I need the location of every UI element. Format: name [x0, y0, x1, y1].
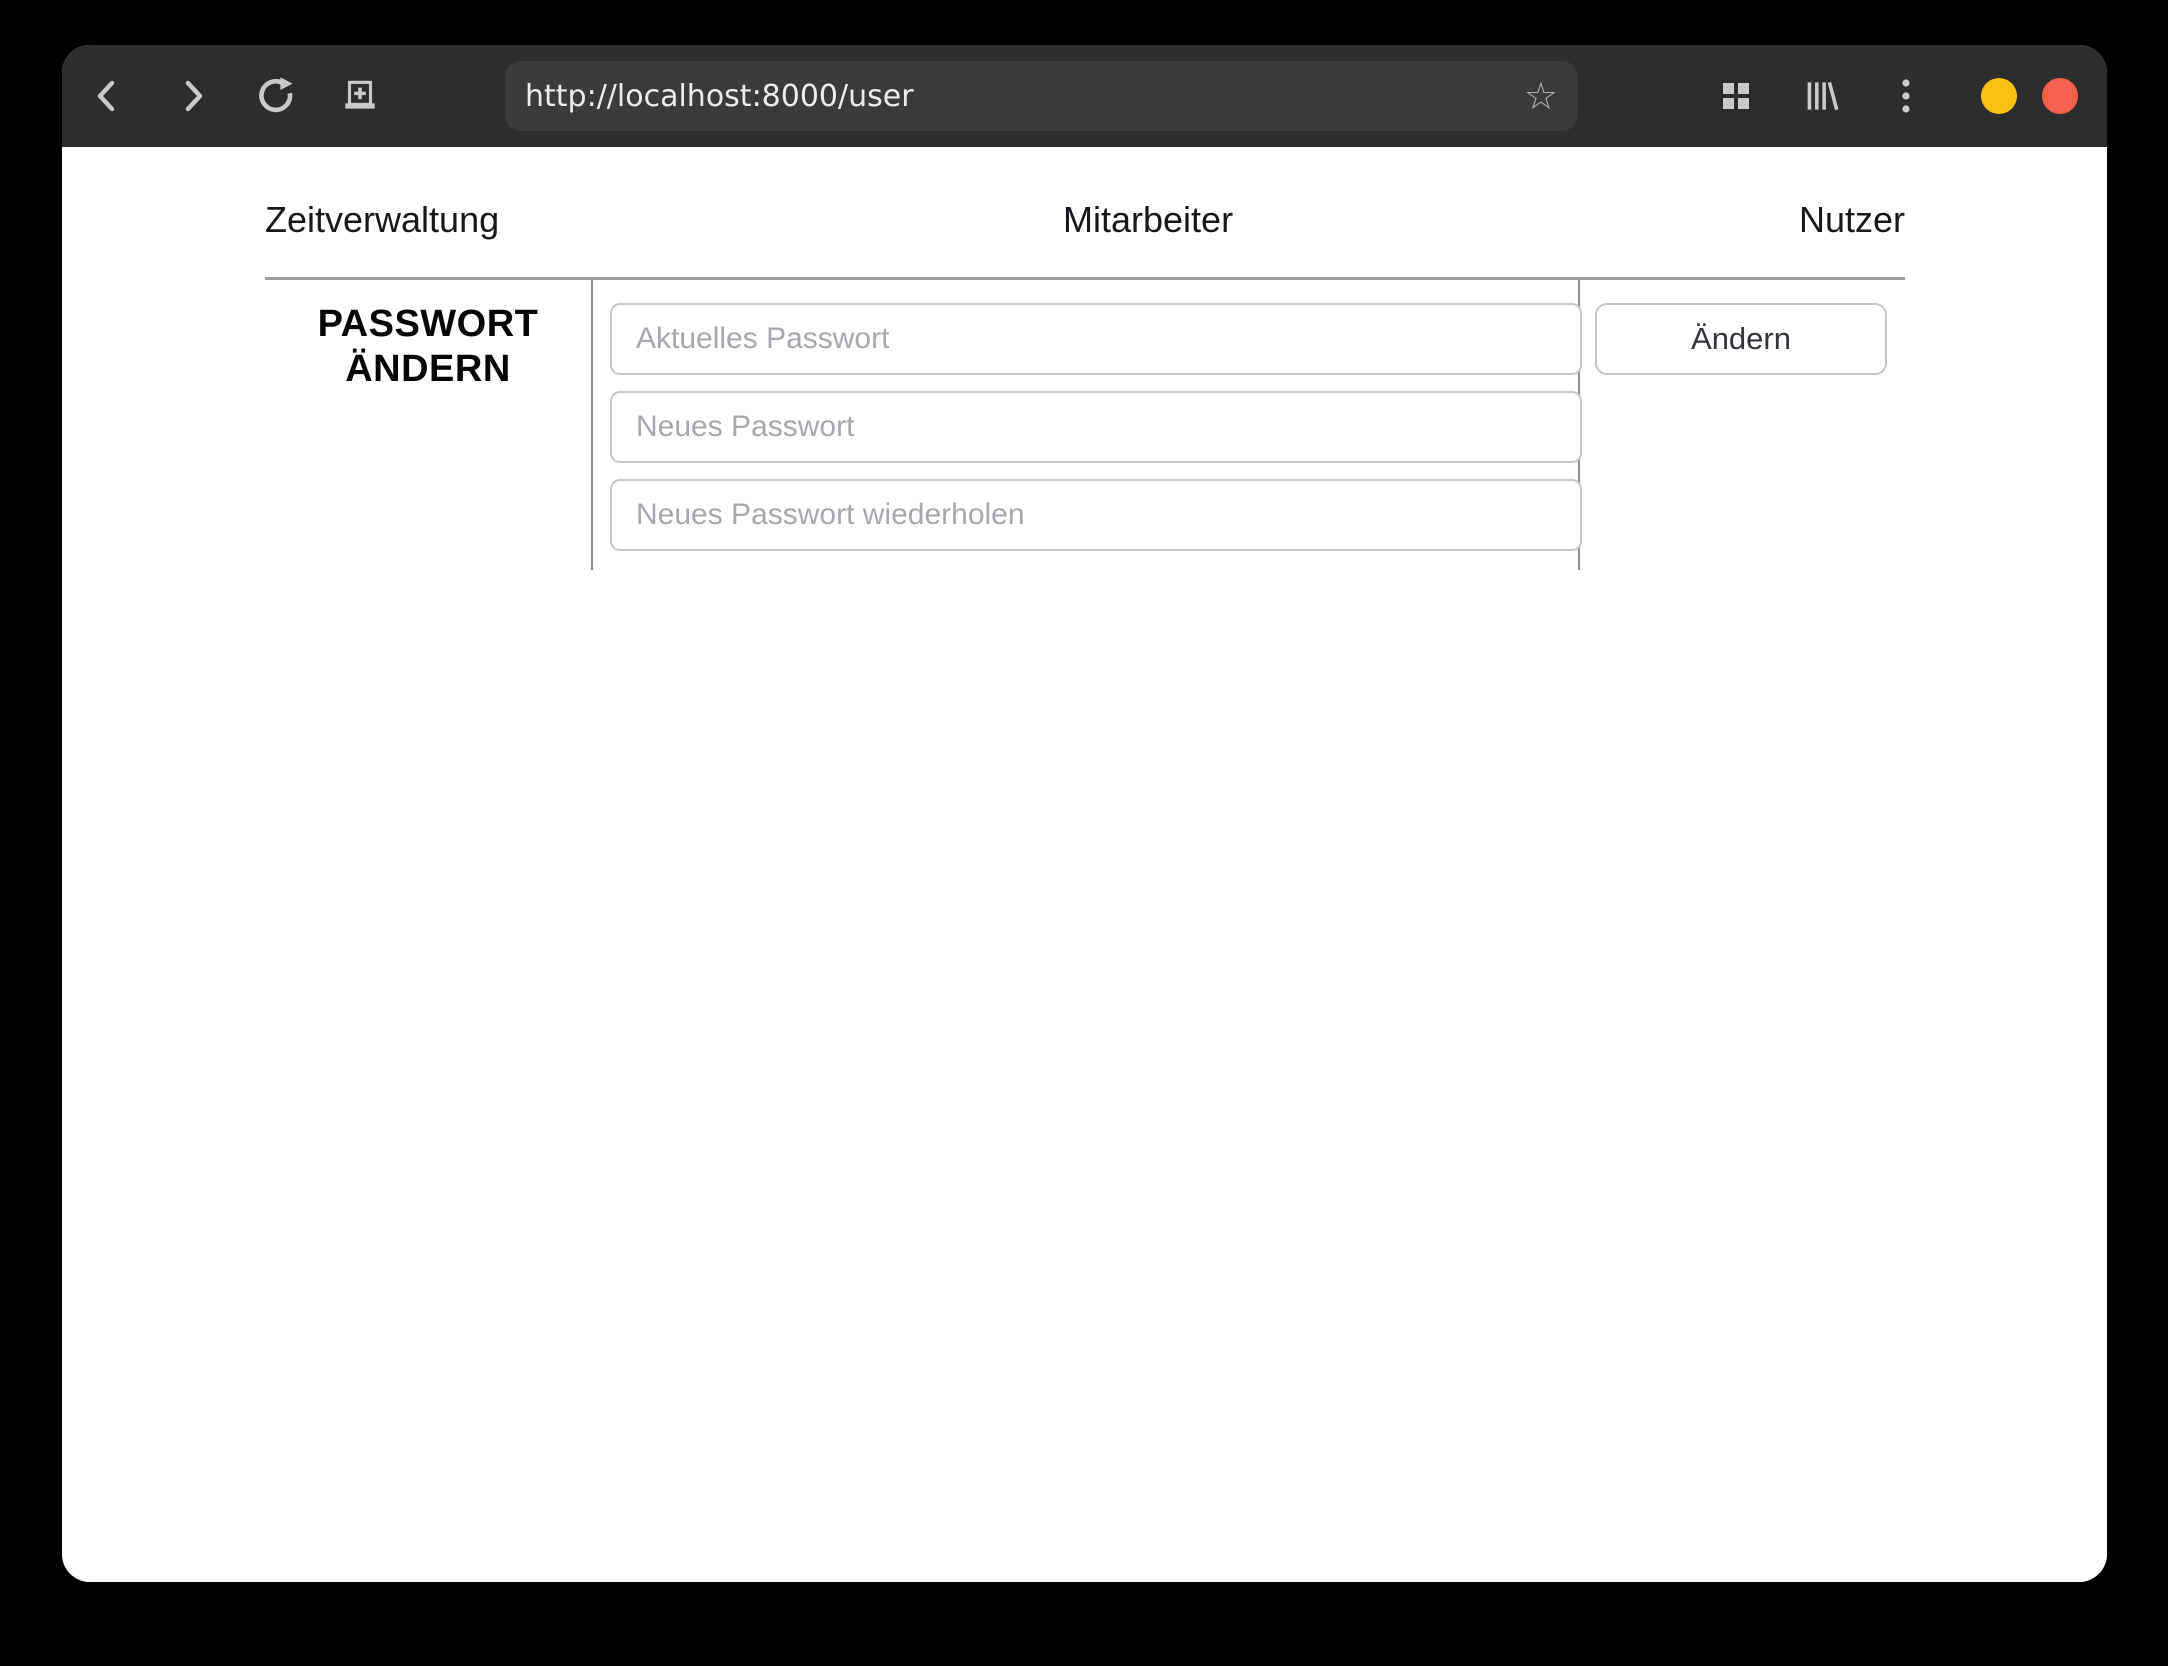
- nav-item-mitarbeiter[interactable]: Mitarbeiter: [1063, 199, 1233, 241]
- close-window-button[interactable]: [2042, 78, 2078, 114]
- url-bar[interactable]: http://localhost:8000/user ☆: [505, 61, 1578, 131]
- new-password-input[interactable]: [610, 391, 1582, 463]
- extensions-grid-button[interactable]: [1708, 68, 1764, 124]
- nav-item-zeitverwaltung[interactable]: Zeitverwaltung: [265, 199, 499, 241]
- back-icon: [97, 80, 115, 112]
- grid-icon: [1723, 83, 1749, 109]
- reload-button[interactable]: [248, 68, 304, 124]
- bookmark-star-icon[interactable]: ☆: [1524, 77, 1558, 115]
- reload-icon: [259, 77, 293, 113]
- url-text[interactable]: http://localhost:8000/user: [525, 79, 1524, 114]
- forward-icon: [185, 80, 203, 112]
- desktop-background: http://localhost:8000/user ☆ Zeitverwalt…: [0, 0, 2168, 1666]
- browser-window: http://localhost:8000/user ☆ Zeitverwalt…: [62, 45, 2107, 1582]
- minimize-window-button[interactable]: [1981, 78, 2017, 114]
- repeat-new-password-input[interactable]: [610, 479, 1582, 551]
- form-left-divider: [591, 280, 593, 570]
- nav-item-nutzer[interactable]: Nutzer: [1799, 199, 1905, 241]
- forward-button[interactable]: [164, 68, 220, 124]
- menu-button[interactable]: [1878, 68, 1934, 124]
- change-password-button[interactable]: Ändern: [1595, 303, 1887, 375]
- screenshot-icon: [345, 80, 375, 109]
- current-password-input[interactable]: [610, 303, 1582, 375]
- kebab-menu-icon: [1902, 79, 1910, 113]
- password-change-heading-block: PASSWORT ÄNDERN: [265, 280, 591, 392]
- screenshot-button[interactable]: [332, 68, 388, 124]
- library-button[interactable]: [1793, 68, 1849, 124]
- page-content: Zeitverwaltung Mitarbeiter Nutzer PASSWO…: [62, 147, 2107, 1582]
- back-button[interactable]: [80, 68, 136, 124]
- library-icon: [1807, 81, 1839, 111]
- page-title: PASSWORT ÄNDERN: [317, 303, 539, 390]
- browser-toolbar: http://localhost:8000/user ☆: [62, 45, 2107, 147]
